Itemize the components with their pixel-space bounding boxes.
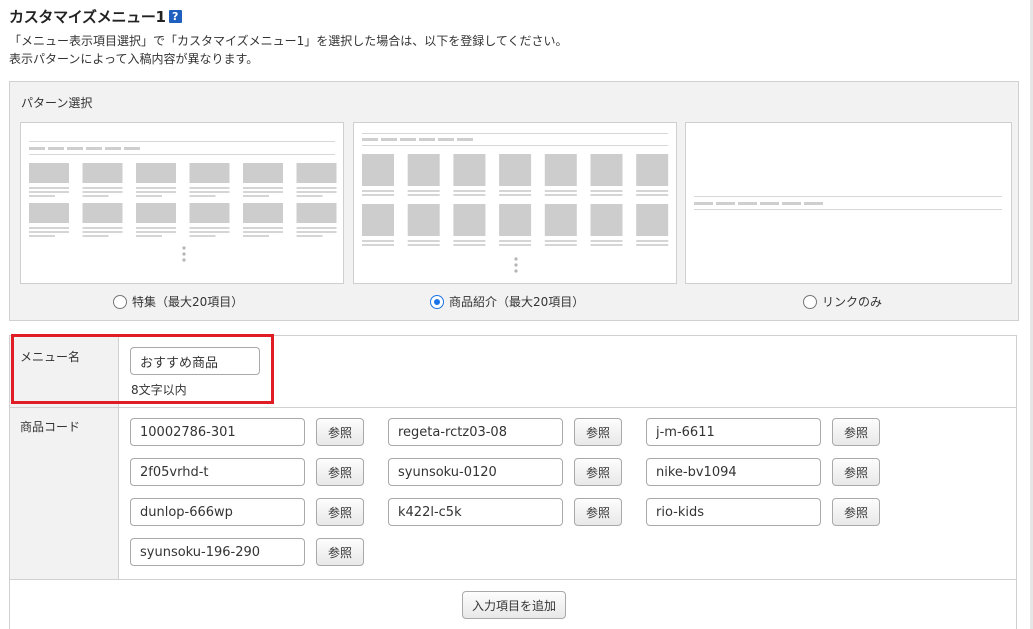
product-code-input[interactable]: [388, 418, 563, 446]
pattern-thumbnail-link-only[interactable]: [685, 122, 1012, 284]
pattern-thumbnail-product[interactable]: [353, 122, 677, 284]
radio-button[interactable]: [430, 294, 444, 309]
browse-button[interactable]: 参照: [574, 458, 622, 486]
radio-option-link-only[interactable]: リンクのみ: [803, 293, 882, 310]
radio-button[interactable]: [113, 294, 127, 309]
browse-button[interactable]: 参照: [832, 498, 880, 526]
feature-layout-preview-icon: [29, 141, 337, 262]
product-code-input[interactable]: [130, 458, 305, 486]
description-line-1: 「メニュー表示項目選択」で「カスタマイズメニュー1」を選択した場合は、以下を登録…: [9, 34, 568, 48]
browse-button[interactable]: 参照: [574, 498, 622, 526]
product-code-input[interactable]: [388, 498, 563, 526]
browse-button[interactable]: 参照: [316, 418, 364, 446]
pattern-selection-label: パターン選択: [21, 96, 93, 110]
product-code-input[interactable]: [646, 418, 821, 446]
product-layout-preview-icon: [362, 133, 669, 273]
product-code-input[interactable]: [130, 498, 305, 526]
radio-option-feature[interactable]: 特集（最大20項目）: [113, 293, 243, 310]
product-code-input[interactable]: [130, 418, 305, 446]
menu-name-hint: 8文字以内: [131, 383, 187, 397]
pattern-selection-panel: パターン選択 特集（最大20項目） 商品紹介（最大20項目） リンクのみ: [9, 81, 1019, 321]
product-code-input[interactable]: [646, 498, 821, 526]
description-line-2: 表示パターンによって入稿内容が異なります。: [9, 52, 259, 66]
pattern-thumbnail-feature[interactable]: [20, 122, 344, 284]
product-code-label: 商品コード: [20, 420, 81, 434]
browse-button[interactable]: 参照: [832, 418, 880, 446]
product-code-input[interactable]: [388, 458, 563, 486]
browse-button[interactable]: 参照: [574, 418, 622, 446]
row-divider: [10, 407, 1016, 408]
menu-name-input[interactable]: [130, 347, 260, 375]
browse-button[interactable]: 参照: [316, 538, 364, 566]
radio-label: リンクのみ: [822, 295, 883, 309]
help-icon[interactable]: ?: [168, 9, 182, 23]
section-title: カスタマイズメニュー1: [9, 7, 166, 26]
menu-name-label: メニュー名: [20, 350, 81, 364]
section-header: カスタマイズメニュー1 ?: [9, 6, 182, 26]
radio-label: 商品紹介（最大20項目）: [449, 295, 585, 309]
browse-button[interactable]: 参照: [316, 458, 364, 486]
product-code-label-cell: 商品コード: [10, 408, 119, 579]
radio-label: 特集（最大20項目）: [132, 295, 244, 309]
radio-button[interactable]: [803, 294, 817, 309]
product-code-input[interactable]: [130, 538, 305, 566]
link-layout-preview-icon: [694, 196, 1002, 210]
menu-form-table: メニュー名 8文字以内 商品コード 参照参照参照参照参照参照参照参照参照参照 入…: [9, 335, 1017, 629]
product-code-input[interactable]: [646, 458, 821, 486]
row-divider: [10, 579, 1016, 580]
browse-button[interactable]: 参照: [832, 458, 880, 486]
radio-option-product[interactable]: 商品紹介（最大20項目）: [430, 293, 584, 310]
menu-name-label-cell: メニュー名: [10, 336, 119, 407]
add-input-item-button[interactable]: 入力項目を追加: [462, 591, 566, 619]
browse-button[interactable]: 参照: [316, 498, 364, 526]
